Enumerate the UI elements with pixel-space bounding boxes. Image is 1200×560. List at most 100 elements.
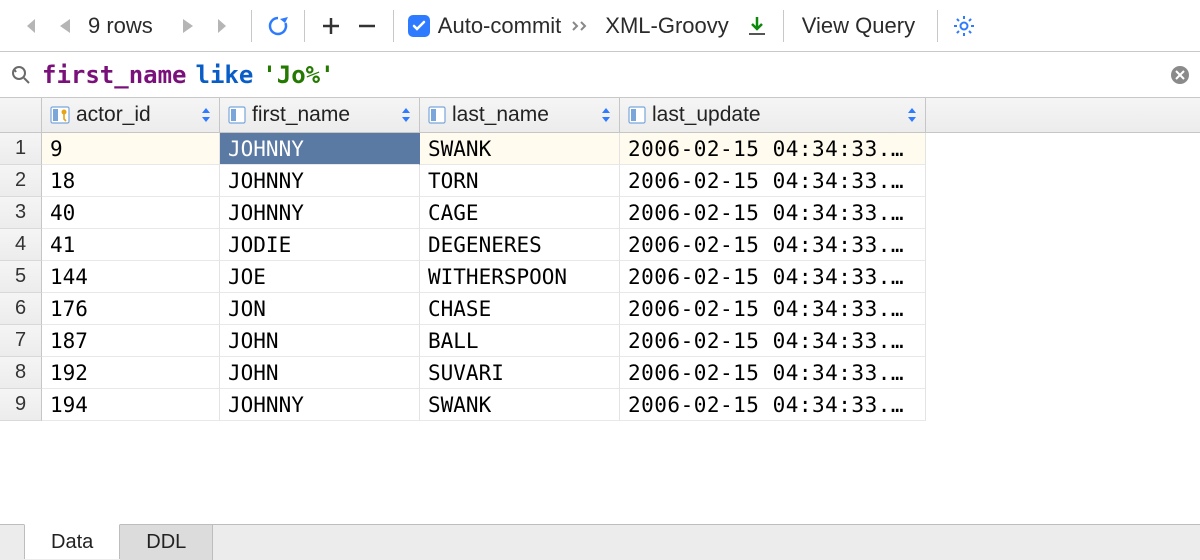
- filter-column: first_name: [42, 61, 187, 89]
- cell-last_update[interactable]: 2006-02-15 04:34:33.…: [620, 197, 926, 229]
- table-row[interactable]: 340JOHNNYCAGE2006-02-15 04:34:33.…: [0, 197, 1200, 229]
- cell-last_name[interactable]: CHASE: [420, 293, 620, 325]
- cell-last_update[interactable]: 2006-02-15 04:34:33.…: [620, 357, 926, 389]
- column-label: actor_id: [76, 103, 151, 127]
- row-number[interactable]: 1: [0, 133, 42, 165]
- column-header-actor-id[interactable]: actor_id: [42, 98, 220, 132]
- cell-last_name[interactable]: CAGE: [420, 197, 620, 229]
- column-icon: [628, 106, 646, 124]
- filter-operator: like: [196, 61, 254, 89]
- add-row-button[interactable]: [313, 8, 349, 44]
- cell-last_update[interactable]: 2006-02-15 04:34:33.…: [620, 261, 926, 293]
- filter-value: 'Jo%': [262, 61, 334, 89]
- cell-first_name[interactable]: JOHN: [220, 325, 420, 357]
- cell-actor_id[interactable]: 176: [42, 293, 220, 325]
- tab-data[interactable]: Data: [24, 524, 120, 559]
- row-number[interactable]: 6: [0, 293, 42, 325]
- auto-commit-checkbox[interactable]: [408, 15, 430, 37]
- cell-last_name[interactable]: DEGENERES: [420, 229, 620, 261]
- column-header-last-update[interactable]: last_update: [620, 98, 926, 132]
- cell-first_name[interactable]: JODIE: [220, 229, 420, 261]
- result-grid: actor_id first_name last_name: [0, 98, 1200, 421]
- next-page-button[interactable]: [171, 8, 207, 44]
- auto-commit-label: Auto-commit: [438, 13, 565, 39]
- cell-first_name[interactable]: JOHNNY: [220, 165, 420, 197]
- row-number[interactable]: 3: [0, 197, 42, 229]
- table-row[interactable]: 7187JOHNBALL2006-02-15 04:34:33.…: [0, 325, 1200, 357]
- column-label: first_name: [252, 103, 350, 127]
- prev-page-button[interactable]: [46, 8, 82, 44]
- sort-icon[interactable]: [601, 108, 611, 122]
- cell-last_update[interactable]: 2006-02-15 04:34:33.…: [620, 229, 926, 261]
- row-number[interactable]: 7: [0, 325, 42, 357]
- column-icon: [428, 106, 446, 124]
- cell-last_name[interactable]: BALL: [420, 325, 620, 357]
- reload-button[interactable]: [260, 8, 296, 44]
- cell-first_name[interactable]: JOHNNY: [220, 133, 420, 165]
- first-page-button[interactable]: [10, 8, 46, 44]
- row-number[interactable]: 5: [0, 261, 42, 293]
- separator: [304, 10, 305, 42]
- cell-last_update[interactable]: 2006-02-15 04:34:33.…: [620, 325, 926, 357]
- row-number[interactable]: 8: [0, 357, 42, 389]
- expand-toolbar-button[interactable]: [565, 8, 595, 44]
- table-row[interactable]: 8192JOHNSUVARI2006-02-15 04:34:33.…: [0, 357, 1200, 389]
- cell-last_update[interactable]: 2006-02-15 04:34:33.…: [620, 293, 926, 325]
- column-header-last-name[interactable]: last_name: [420, 98, 620, 132]
- separator: [783, 10, 784, 42]
- cell-actor_id[interactable]: 40: [42, 197, 220, 229]
- sort-icon[interactable]: [401, 108, 411, 122]
- cell-last_update[interactable]: 2006-02-15 04:34:33.…: [620, 133, 926, 165]
- cell-last_name[interactable]: TORN: [420, 165, 620, 197]
- cell-first_name[interactable]: JOHN: [220, 357, 420, 389]
- separator: [937, 10, 938, 42]
- export-button[interactable]: [739, 8, 775, 44]
- table-row[interactable]: 218JOHNNYTORN2006-02-15 04:34:33.…: [0, 165, 1200, 197]
- column-header-row: actor_id first_name last_name: [0, 98, 1200, 133]
- row-number[interactable]: 9: [0, 389, 42, 421]
- table-row[interactable]: 441JODIEDEGENERES2006-02-15 04:34:33.…: [0, 229, 1200, 261]
- settings-button[interactable]: [946, 8, 982, 44]
- cell-actor_id[interactable]: 192: [42, 357, 220, 389]
- cell-first_name[interactable]: JOE: [220, 261, 420, 293]
- row-number[interactable]: 4: [0, 229, 42, 261]
- separator: [251, 10, 252, 42]
- filter-bar[interactable]: first_name like 'Jo%': [0, 52, 1200, 98]
- cell-last_update[interactable]: 2006-02-15 04:34:33.…: [620, 389, 926, 421]
- table-row[interactable]: 19JOHNNYSWANK2006-02-15 04:34:33.…: [0, 133, 1200, 165]
- column-label: last_update: [652, 103, 761, 127]
- cell-last_name[interactable]: SWANK: [420, 389, 620, 421]
- clear-filter-button[interactable]: [1170, 65, 1190, 85]
- cell-first_name[interactable]: JON: [220, 293, 420, 325]
- row-count-label: 9 rows: [82, 13, 171, 39]
- cell-last_update[interactable]: 2006-02-15 04:34:33.…: [620, 165, 926, 197]
- row-number-header[interactable]: [0, 98, 42, 132]
- cell-first_name[interactable]: JOHNNY: [220, 389, 420, 421]
- table-row[interactable]: 5144JOEWITHERSPOON2006-02-15 04:34:33.…: [0, 261, 1200, 293]
- cell-actor_id[interactable]: 194: [42, 389, 220, 421]
- cell-actor_id[interactable]: 9: [42, 133, 220, 165]
- column-header-first-name[interactable]: first_name: [220, 98, 420, 132]
- cell-last_name[interactable]: SWANK: [420, 133, 620, 165]
- column-label: last_name: [452, 103, 549, 127]
- view-query-button[interactable]: View Query: [792, 13, 929, 39]
- cell-last_name[interactable]: WITHERSPOON: [420, 261, 620, 293]
- export-format-selector[interactable]: XML-Groovy: [595, 13, 738, 39]
- table-row[interactable]: 9194JOHNNYSWANK2006-02-15 04:34:33.…: [0, 389, 1200, 421]
- cell-actor_id[interactable]: 41: [42, 229, 220, 261]
- row-number[interactable]: 2: [0, 165, 42, 197]
- tab-ddl[interactable]: DDL: [120, 525, 213, 560]
- column-icon: [228, 106, 246, 124]
- table-row[interactable]: 6176JONCHASE2006-02-15 04:34:33.…: [0, 293, 1200, 325]
- cell-last_name[interactable]: SUVARI: [420, 357, 620, 389]
- last-page-button[interactable]: [207, 8, 243, 44]
- cell-actor_id[interactable]: 187: [42, 325, 220, 357]
- remove-row-button[interactable]: [349, 8, 385, 44]
- sort-icon[interactable]: [201, 108, 211, 122]
- sort-icon[interactable]: [907, 108, 917, 122]
- cell-actor_id[interactable]: 18: [42, 165, 220, 197]
- toolbar: 9 rows Auto-commit XML-Groovy View Query: [0, 0, 1200, 52]
- search-icon: [10, 64, 32, 86]
- cell-actor_id[interactable]: 144: [42, 261, 220, 293]
- cell-first_name[interactable]: JOHNNY: [220, 197, 420, 229]
